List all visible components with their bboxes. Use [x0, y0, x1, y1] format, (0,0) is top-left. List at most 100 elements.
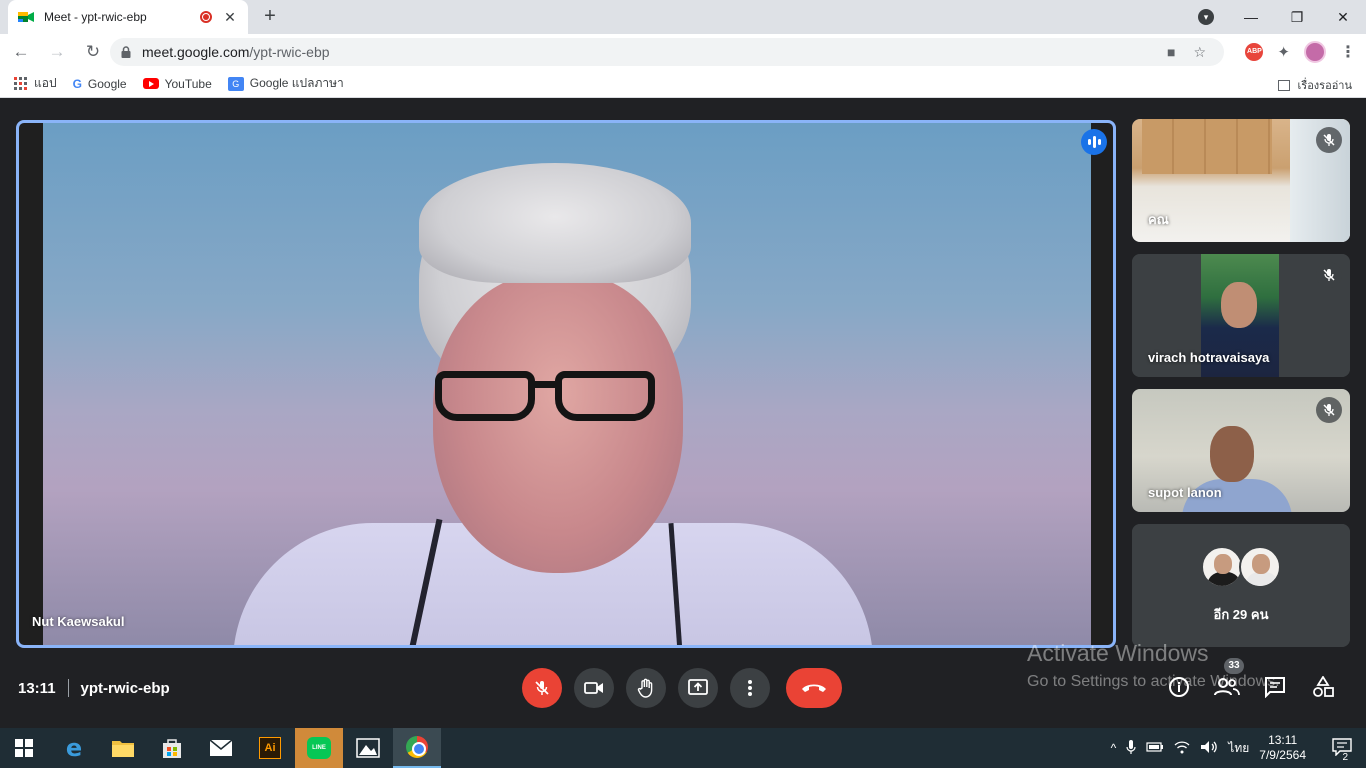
browser-toolbar: ← → ↻ meet.google.com/ypt-rwic-ebp ■ ☆ A…	[0, 34, 1366, 70]
tab-search-icon[interactable]: ▾	[1198, 9, 1214, 25]
taskbar-store[interactable]	[148, 728, 196, 768]
browser-tab[interactable]: Meet - ypt-rwic-ebp ✕	[8, 0, 248, 34]
folder-icon	[112, 741, 134, 757]
edge-icon: e	[65, 734, 83, 762]
volume-icon[interactable]	[1200, 740, 1218, 757]
start-button[interactable]	[0, 728, 48, 768]
tab-strip: Meet - ypt-rwic-ebp ✕ + ▾ — ❐ ✕	[0, 0, 1366, 34]
camera-toggle-button[interactable]	[574, 668, 614, 708]
participant-tile[interactable]: virach hotravaisaya	[1132, 254, 1350, 377]
show-hidden-icons-chevron-icon[interactable]: ^	[1111, 741, 1117, 755]
taskbar-line[interactable]: LINE	[295, 728, 343, 768]
meet-stage: Nut Kaewsakul คณ virach hotravaisaya sup…	[0, 102, 1366, 728]
participant-tile[interactable]: supot lanon	[1132, 389, 1350, 512]
reading-list-label: เรื่องรออ่าน	[1297, 80, 1352, 92]
video-face	[1221, 282, 1257, 328]
participant-count-badge: 33	[1224, 658, 1244, 674]
reading-list-button[interactable]: เรื่องรออ่าน	[1277, 76, 1352, 94]
video-face	[433, 273, 683, 573]
taskbar-mail[interactable]	[197, 728, 245, 768]
leave-call-button[interactable]	[786, 668, 842, 708]
illustrator-icon: Ai	[259, 737, 281, 759]
microphone-icon[interactable]	[1126, 739, 1136, 758]
mic-toggle-button[interactable]	[522, 668, 562, 708]
bookmark-label: YouTube	[164, 76, 212, 91]
address-bar[interactable]: meet.google.com/ypt-rwic-ebp ■ ☆	[110, 38, 1224, 66]
others-tile[interactable]: อีก 29 คน	[1132, 524, 1350, 647]
people-button[interactable]: 33	[1214, 658, 1244, 700]
input-language[interactable]: ไทย	[1228, 739, 1249, 758]
avatar	[1239, 546, 1281, 588]
store-bag-icon	[163, 739, 181, 758]
participant-tile[interactable]: คณ	[1132, 119, 1350, 242]
bookmark-google[interactable]: G Google	[73, 77, 127, 91]
notification-count: 2	[1342, 751, 1348, 763]
windows-taskbar: e Ai LINE ^ ไทย 13:11 7/9/2564 2	[0, 728, 1366, 768]
taskbar-illustrator[interactable]: Ai	[246, 728, 294, 768]
bookmark-label: Google	[87, 76, 127, 91]
new-tab-button[interactable]: +	[258, 4, 282, 28]
adblock-plus-icon[interactable]: ABP	[1245, 43, 1264, 61]
windows-logo-icon	[15, 739, 33, 757]
bookmark-star-icon[interactable]: ☆	[1193, 44, 1206, 61]
meeting-time: 13:11	[18, 679, 56, 697]
clock-time: 13:11	[1268, 733, 1298, 747]
url-host: meet.google.com	[142, 44, 250, 60]
taskbar-photos[interactable]	[344, 728, 392, 768]
speaking-indicator-icon	[1081, 129, 1107, 155]
back-button[interactable]: ←	[6, 37, 36, 67]
meeting-details-button[interactable]	[1166, 674, 1192, 700]
url-text[interactable]: meet.google.com/ypt-rwic-ebp	[142, 44, 1167, 60]
avatar	[1201, 546, 1243, 588]
main-participant-tile[interactable]: Nut Kaewsakul	[16, 120, 1116, 648]
close-window-button[interactable]: ✕	[1320, 9, 1366, 26]
more-options-button[interactable]	[730, 668, 770, 708]
bookmark-youtube[interactable]: YouTube	[142, 76, 212, 91]
window-controls: — ❐ ✕	[1228, 0, 1366, 34]
tab-close-button[interactable]: ✕	[222, 9, 238, 26]
lock-icon[interactable]	[120, 46, 132, 58]
chat-button[interactable]	[1262, 674, 1288, 700]
clock-date: 7/9/2564	[1259, 748, 1306, 762]
battery-icon[interactable]	[1146, 741, 1164, 756]
divider	[67, 679, 69, 697]
extensions-puzzle-icon[interactable]: ✦	[1277, 43, 1290, 61]
google-icon: G	[72, 76, 82, 91]
more-vert-icon	[748, 680, 752, 696]
mic-off-icon	[1316, 127, 1342, 153]
raise-hand-button[interactable]	[626, 668, 666, 708]
participant-name: supot lanon	[1148, 485, 1222, 500]
profile-avatar[interactable]	[1304, 41, 1326, 63]
taskbar-chrome[interactable]	[393, 728, 441, 768]
bookmark-apps[interactable]: แอป	[14, 74, 57, 93]
url-path: /ypt-rwic-ebp	[249, 44, 330, 60]
minimize-button[interactable]: —	[1228, 9, 1274, 25]
system-clock[interactable]: 13:11 7/9/2564	[1259, 733, 1306, 763]
meeting-info: 13:11 ypt-rwic-ebp	[18, 678, 170, 698]
browser-menu-icon[interactable]: ⋮	[1340, 42, 1356, 62]
recording-indicator-icon	[200, 11, 212, 23]
reload-button[interactable]: ↻	[78, 37, 108, 67]
video-glasses	[435, 371, 535, 421]
wifi-icon[interactable]	[1174, 740, 1190, 757]
activities-shapes-icon	[1313, 676, 1334, 697]
activities-button[interactable]	[1310, 674, 1336, 700]
tab-title: Meet - ypt-rwic-ebp	[44, 10, 147, 24]
restore-button[interactable]: ❐	[1274, 9, 1320, 26]
mic-off-icon	[1316, 262, 1342, 288]
participant-name: virach hotravaisaya	[1148, 350, 1270, 365]
bookmark-label: Google แปลภาษา	[249, 76, 344, 90]
action-center-button[interactable]: 2	[1332, 737, 1352, 763]
bookmarks-bar: แอป G Google YouTube G Google แปลภาษา เร…	[0, 70, 1366, 98]
video-hair-top	[419, 163, 691, 283]
taskbar-file-explorer[interactable]	[99, 728, 147, 768]
present-screen-button[interactable]	[678, 668, 718, 708]
mic-off-icon	[535, 681, 549, 695]
camera-permission-icon[interactable]: ■	[1167, 44, 1175, 60]
taskbar-edge[interactable]: e	[50, 728, 98, 768]
mic-off-icon	[1316, 397, 1342, 423]
bookmark-translate[interactable]: G Google แปลภาษา	[227, 74, 344, 93]
forward-button[interactable]: →	[42, 37, 72, 67]
youtube-icon	[142, 78, 159, 89]
others-count-label: อีก 29 คน	[1213, 607, 1269, 622]
